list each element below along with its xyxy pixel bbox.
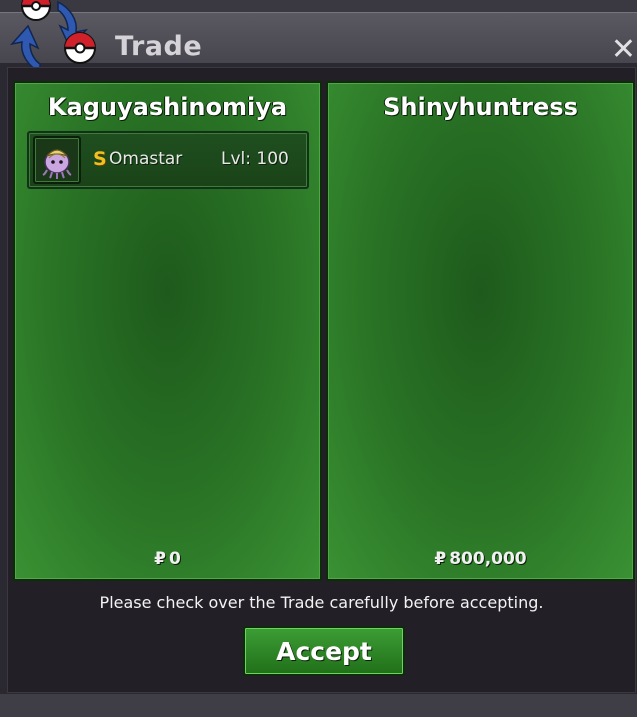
- shiny-badge: S: [93, 148, 107, 170]
- trade-notice: Please check over the Trade carefully be…: [99, 593, 544, 612]
- trade-window-body: Kaguyashinomiya S Omastar Lvl: 100 ₽0 Sh…: [7, 67, 636, 693]
- pokemon-level: Lvl: 100: [221, 149, 289, 169]
- money-offer-left: ₽0: [15, 549, 320, 569]
- pokedollar-icon: ₽: [154, 549, 166, 569]
- offered-pokemon-item[interactable]: S Omastar Lvl: 100: [27, 131, 309, 189]
- pokemon-name: Omastar: [109, 149, 183, 169]
- money-amount-left: 0: [169, 549, 181, 569]
- trade-app-icon: [9, 0, 96, 74]
- accept-button[interactable]: Accept: [243, 626, 405, 676]
- money-offer-right: ₽800,000: [328, 549, 633, 569]
- pokedollar-icon: ₽: [434, 549, 447, 569]
- close-icon[interactable]: ✕: [610, 33, 637, 67]
- trade-offer-panel-left: Kaguyashinomiya S Omastar Lvl: 100 ₽0: [13, 81, 322, 581]
- money-amount-right: 800,000: [449, 549, 527, 569]
- trade-offer-panel-right: Shinyhuntress ₽800,000: [326, 81, 635, 581]
- pokemon-sprite-box: [33, 136, 81, 184]
- window-title: Trade: [115, 31, 203, 62]
- player-name-right: Shinyhuntress: [383, 93, 578, 121]
- bottom-strip: [0, 694, 637, 717]
- player-name-left: Kaguyashinomiya: [47, 93, 288, 121]
- omastar-sprite-icon: [42, 149, 72, 179]
